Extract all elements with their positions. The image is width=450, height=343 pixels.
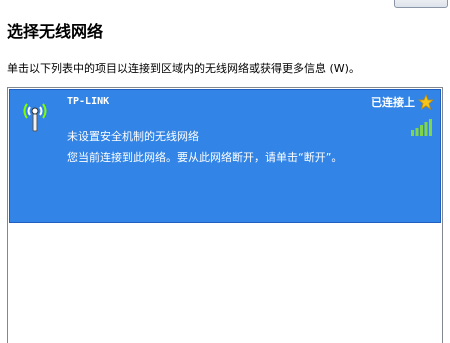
network-list[interactable]: TP-LINK 已连接上 未设置安全机制的无线网络 您当前连接到此网络。要从此网… — [7, 87, 443, 343]
connection-status-label: 已连接上 — [371, 96, 415, 109]
wireless-access-point-icon — [23, 103, 47, 132]
wireless-network-dialog: 选择无线网络 单击以下列表中的项目以连接到区域内的无线网络或获得更多信息 (W)… — [0, 0, 450, 343]
refresh-button[interactable] — [394, 0, 448, 8]
page-title: 选择无线网络 — [7, 22, 104, 41]
star-icon — [418, 94, 434, 110]
instruction-text: 单击以下列表中的项目以连接到区域内的无线网络或获得更多信息 (W)。 — [7, 62, 360, 75]
connection-status: 已连接上 — [371, 94, 434, 110]
network-ssid: TP-LINK — [67, 96, 110, 107]
signal-strength-icon — [411, 119, 432, 136]
connection-message: 您当前连接到此网络。要从此网络断开，请单击“断开”。 — [67, 151, 343, 164]
network-security: 未设置安全机制的无线网络 — [67, 130, 199, 143]
network-list-item-tp-link[interactable]: TP-LINK 已连接上 未设置安全机制的无线网络 您当前连接到此网络。要从此网… — [9, 89, 441, 223]
